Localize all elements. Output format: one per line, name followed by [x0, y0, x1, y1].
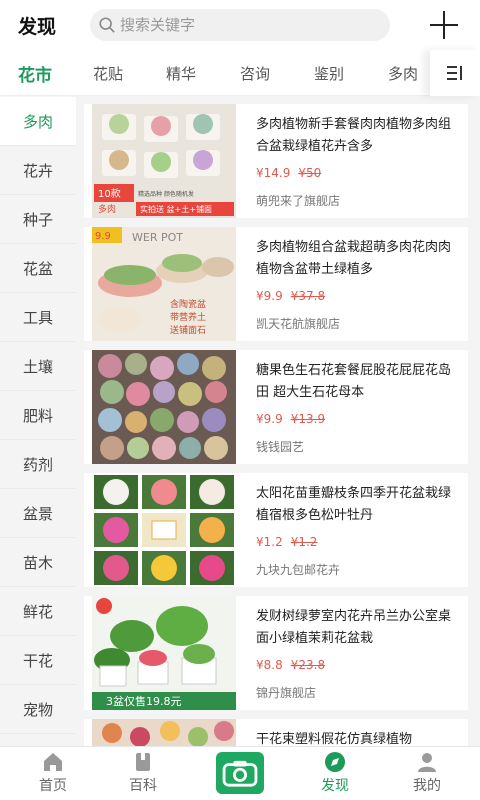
- product-shop: 锦丹旗舰店: [256, 686, 317, 700]
- product-card[interactable]: 太阳花苗重瓣枝条四季开花盆栽绿植宿根多色松叶牡丹 ¥1.2 ¥1.2 九块九包邮…: [84, 473, 468, 587]
- promo-type-text: 多肉: [98, 203, 116, 215]
- promo-offer-text: 3盆仅售19.8元: [106, 694, 182, 708]
- product-image: [92, 719, 236, 746]
- promo-gift-text: 实拍送 盆+土+铺面: [140, 204, 212, 214]
- sidebar-item-soil[interactable]: 土壤: [0, 342, 76, 391]
- product-card[interactable]: 10款 多肉 精选品种 颜色随机发 实拍送 盆+土+铺面 多肉植物新手套餐肉肉植…: [84, 104, 468, 218]
- product-original-price: ¥50: [298, 166, 322, 180]
- nav-discover[interactable]: 发现: [290, 747, 380, 800]
- user-icon: [418, 753, 436, 772]
- promo-brand-text: WER POT: [132, 231, 183, 244]
- nav-encyclopedia-label: 百科: [129, 778, 157, 794]
- product-price: ¥8.8: [256, 658, 283, 672]
- search-bar[interactable]: [90, 9, 390, 41]
- product-original-price: ¥23.8: [290, 658, 326, 672]
- category-tabs: 花市 花贴 精华 咨询 鉴别 多肉: [0, 50, 480, 96]
- product-image: 9.9 WER POT 含陶瓷盆 带营养土 送铺面石: [92, 227, 236, 341]
- sidebar-item-dried-flowers[interactable]: 干花: [0, 636, 76, 685]
- page-title: 发现: [18, 15, 57, 38]
- promo-note-text: 精选品种 颜色随机发: [138, 190, 194, 198]
- sidebar: 多肉 花卉 种子 花盆 工具 土壤 肥料 药剂 盆景 苗木 鲜花 干花 宠物: [0, 97, 76, 745]
- product-name: 多肉植物组合盆栽超萌多肉花肉肉植物含盆带土绿植多: [256, 240, 452, 277]
- sidebar-item-seedlings[interactable]: 苗木: [0, 538, 76, 587]
- product-card[interactable]: 糖果色生石花套餐屁股花屁屁花岛田 超大生石花母本 ¥9.9 ¥13.9 钱钱园艺: [84, 350, 468, 464]
- sidebar-item-fertilizer[interactable]: 肥料: [0, 391, 76, 440]
- home-icon: [44, 753, 62, 771]
- nav-discover-label: 发现: [321, 778, 349, 794]
- sidebar-item-flowers[interactable]: 花卉: [0, 146, 76, 195]
- product-price: ¥9.9: [256, 289, 283, 303]
- product-shop: 萌兜来了旗舰店: [256, 194, 341, 208]
- product-price: ¥14.9: [256, 166, 291, 180]
- tab-identify[interactable]: 鉴别: [314, 63, 344, 84]
- search-icon: [99, 17, 115, 33]
- nav-profile-label: 我的: [413, 778, 441, 794]
- sidebar-item-seeds[interactable]: 种子: [0, 195, 76, 244]
- product-image: [92, 350, 236, 464]
- sidebar-item-fresh-flowers[interactable]: 鲜花: [0, 587, 76, 636]
- product-image: 10款 多肉 精选品种 颜色随机发 实拍送 盆+土+铺面: [92, 104, 236, 218]
- promo-price-text: 9.9: [95, 231, 111, 242]
- product-image: 3盆仅售19.8元: [92, 596, 236, 710]
- promo-count-text: 10款: [98, 187, 121, 200]
- product-name: 干花束塑料假花仿真绿植物: [256, 732, 413, 746]
- sidebar-item-pots[interactable]: 花盆: [0, 244, 76, 293]
- product-price: ¥9.9: [256, 412, 283, 426]
- promo-feature-3: 送铺面石: [170, 324, 206, 336]
- compass-icon: [325, 752, 345, 772]
- product-shop: 九块九包邮花卉: [256, 563, 341, 577]
- product-name: 糖果色生石花套餐屁股花屁屁花岛田 超大生石花母本: [256, 363, 452, 400]
- tab-posts[interactable]: 花贴: [93, 63, 123, 84]
- product-price: ¥1.2: [256, 535, 283, 549]
- header: 发现: [0, 0, 480, 50]
- product-card[interactable]: 3盆仅售19.8元 发财树绿萝室内花卉吊兰办公室桌面小绿植茉莉花盆栽 ¥8.8 …: [84, 596, 468, 710]
- product-card[interactable]: 9.9 WER POT 含陶瓷盆 带营养土 送铺面石 多肉植物组合盆栽超萌多肉花…: [84, 227, 468, 341]
- product-original-price: ¥1.2: [290, 535, 318, 549]
- promo-feature-1: 含陶瓷盆: [170, 298, 206, 310]
- product-name: 太阳花苗重瓣枝条四季开花盆栽绿植宿根多色松叶牡丹: [256, 486, 452, 523]
- sidebar-item-tools[interactable]: 工具: [0, 293, 76, 342]
- product-original-price: ¥13.9: [290, 412, 326, 426]
- product-list: 10款 多肉 精选品种 颜色随机发 实拍送 盆+土+铺面 多肉植物新手套餐肉肉植…: [84, 104, 472, 746]
- product-card[interactable]: 干花束塑料假花仿真绿植物: [84, 719, 468, 746]
- camera-icon: [222, 760, 258, 787]
- tab-consult[interactable]: 咨询: [240, 63, 270, 84]
- nav-home[interactable]: 首页: [8, 747, 98, 800]
- product-original-price: ¥37.8: [290, 289, 326, 303]
- sidebar-item-pesticide[interactable]: 药剂: [0, 440, 76, 489]
- book-icon: [136, 753, 150, 771]
- bottom-nav: 首页 百科 发现 我的: [0, 746, 480, 800]
- product-name: 发财树绿萝室内花卉吊兰办公室桌面小绿植茉莉花盆栽: [256, 609, 452, 646]
- search-input[interactable]: [120, 16, 370, 34]
- nav-profile[interactable]: 我的: [382, 747, 472, 800]
- tab-succulent[interactable]: 多肉: [388, 63, 418, 84]
- product-shop: 凯天花航旗舰店: [256, 317, 341, 331]
- tab-flower-market[interactable]: 花市: [18, 61, 52, 86]
- tabs-menu-button[interactable]: [430, 50, 480, 96]
- sidebar-item-pets[interactable]: 宠物: [0, 685, 76, 734]
- tab-featured[interactable]: 精华: [166, 63, 196, 84]
- product-shop: 钱钱园艺: [256, 440, 305, 454]
- product-image: [92, 473, 236, 587]
- promo-feature-2: 带营养土: [170, 311, 206, 323]
- sidebar-item-bonsai[interactable]: 盆景: [0, 489, 76, 538]
- nav-home-label: 首页: [39, 778, 67, 794]
- app-root: 发现 花市 花贴 精华 咨询 鉴别 多肉 多肉 花卉 种子: [0, 0, 480, 800]
- sidebar-item-succulent[interactable]: 多肉: [0, 97, 76, 146]
- menu-icon: [447, 66, 462, 80]
- camera-button[interactable]: [216, 752, 264, 794]
- nav-encyclopedia[interactable]: 百科: [98, 747, 188, 800]
- add-icon[interactable]: [430, 11, 458, 39]
- product-name: 多肉植物新手套餐肉肉植物多肉组合盆栽绿植花卉含多: [256, 117, 452, 154]
